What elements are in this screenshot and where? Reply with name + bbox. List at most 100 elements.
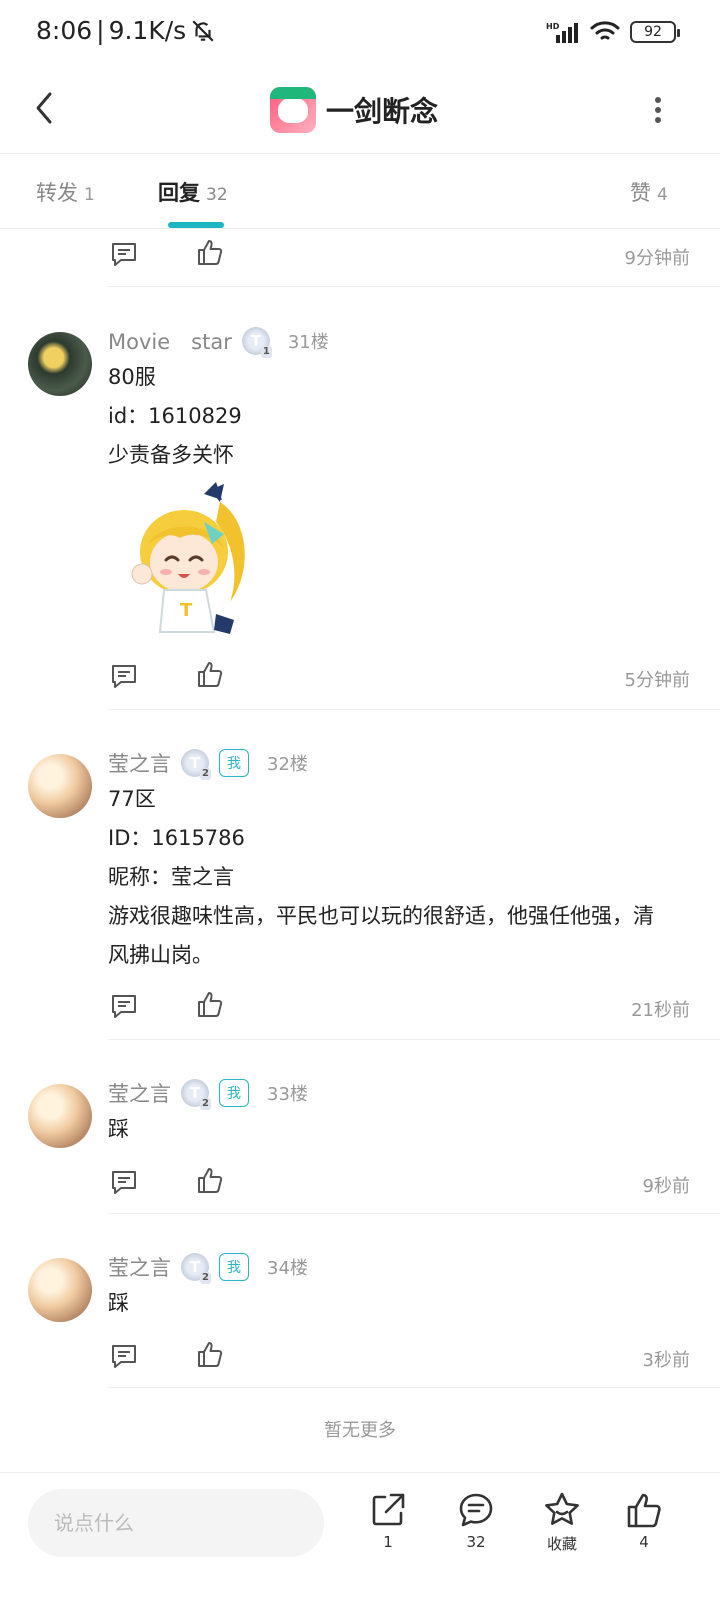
thumbs-up-icon[interactable] [196,238,224,266]
username[interactable]: 莹之言 [108,1252,171,1282]
level-badge: T2 [181,1079,211,1110]
top-header: 一剑断念 [0,70,720,154]
reply-meta: 莹之言 T2 我 34楼 [108,1252,308,1284]
reply-content: 踩 [108,1284,688,1323]
divider [108,709,720,710]
me-badge: 我 [219,1253,249,1281]
reply-meta: Movie star T1 31楼 [108,326,329,358]
battery-indicator: 92 [630,21,680,43]
comment-icon[interactable] [110,240,138,268]
divider [108,1213,720,1214]
avatar[interactable] [28,754,92,818]
comment-bubble-icon [459,1493,493,1527]
wifi-icon [590,21,620,40]
share-icon [372,1493,405,1526]
content-line: 风拂山岗。 [108,943,213,967]
tab-likes-label: 赞 [630,181,651,205]
me-badge: 我 [219,1079,249,1107]
comment-icon[interactable] [110,662,138,690]
reply-meta: 莹之言 T2 我 32楼 [108,748,308,780]
content-line: 踩 [108,1117,129,1141]
content-line: 77区 [108,787,156,811]
reply-time: 5分钟前 [624,670,690,691]
divider [108,286,720,287]
thumbs-up-icon[interactable] [196,1340,224,1368]
avatar[interactable] [28,1084,92,1148]
floor-number: 32楼 [267,754,308,775]
comment-button[interactable]: 32 [446,1491,506,1551]
status-right: HD 92 [546,20,680,44]
tab-active-indicator [168,222,224,228]
comment-icon[interactable] [110,1342,138,1370]
back-arrow-icon[interactable] [26,88,66,128]
content-line: 少责备多关怀 [108,443,234,467]
reply-actions: 9分钟前 [108,234,690,274]
tab-replies-label: 回复 [158,181,200,205]
title-group[interactable]: 一剑断念 [270,80,438,140]
divider [108,1387,720,1388]
tab-likes-count: 4 [657,185,668,205]
comment-icon[interactable] [110,992,138,1020]
favorite-button[interactable]: 收藏 [532,1491,592,1554]
avatar[interactable] [28,332,92,396]
level-number: 2 [200,768,211,780]
content-line: id：1610829 [108,404,242,428]
mute-bell-icon [192,19,214,42]
reply-content: 踩 [108,1110,688,1149]
svg-text:T: T [180,600,193,621]
tab-replies[interactable]: 回复 32 [158,177,228,207]
like-count: 4 [639,1533,649,1551]
level-badge: T1 [241,327,272,358]
username[interactable]: 莹之言 [108,748,171,778]
tab-forward-label: 转发 [36,181,78,205]
share-button[interactable]: 1 [358,1491,418,1551]
favorite-label: 收藏 [546,1535,577,1553]
floor-number: 34楼 [267,1258,308,1279]
level-number: 1 [260,346,272,358]
thumbs-up-icon[interactable] [196,660,224,688]
username[interactable]: 莹之言 [108,1078,171,1108]
level-number: 2 [200,1272,211,1284]
signal-icon: HD [546,22,578,43]
like-button[interactable]: 4 [614,1491,674,1551]
reply-actions: 21秒前 [108,986,690,1026]
content-line: 昵称：莹之言 [108,865,234,889]
thumbs-up-icon[interactable] [196,1166,224,1194]
content-line: 游戏很趣味性高，平民也可以玩的很舒适，他强任他强，清 [108,904,654,928]
level-badge: T2 [181,1253,211,1284]
comment-count: 32 [466,1533,486,1551]
divider [108,1039,720,1040]
reply-time: 3秒前 [642,1350,690,1371]
status-time: 8:06 [36,16,93,45]
reply-actions: 9秒前 [108,1162,690,1202]
reply-content: 80服 id：1610829 少责备多关怀 [108,358,688,475]
reply-time: 9分钟前 [624,248,690,269]
avatar[interactable] [28,1258,92,1322]
status-separator: | [96,16,105,45]
tab-likes[interactable]: 赞4 [630,177,668,207]
reply-actions: 3秒前 [108,1336,690,1376]
content-line: 80服 [108,365,156,389]
tab-forward[interactable]: 转发 1 [36,177,95,207]
comment-icon[interactable] [110,1168,138,1196]
tab-bar: 转发 1 回复 32 赞4 [0,155,720,229]
page-title: 一剑断念 [326,95,439,128]
svg-text:HD: HD [546,22,560,31]
content-line: 踩 [108,1291,129,1315]
status-bar: 8:06 | 9.1K/s HD 92 [0,0,720,70]
star-icon [545,1492,579,1525]
network-speed: 9.1K/s [108,16,187,45]
reply-time: 9秒前 [642,1176,690,1197]
status-left: 8:06 | 9.1K/s [36,16,216,45]
tab-replies-count: 32 [206,185,228,205]
bottom-action-bar: 1 32 收藏 4 [0,1472,720,1600]
share-count: 1 [383,1533,393,1551]
level-badge: T2 [181,749,211,780]
reply-input[interactable] [28,1489,324,1557]
more-options-icon[interactable] [648,92,668,128]
username[interactable]: Movie star [108,326,232,356]
game-logo [270,87,316,133]
me-badge: 我 [219,749,249,777]
sticker-image[interactable]: T [120,482,260,642]
thumbs-up-icon[interactable] [196,990,224,1018]
